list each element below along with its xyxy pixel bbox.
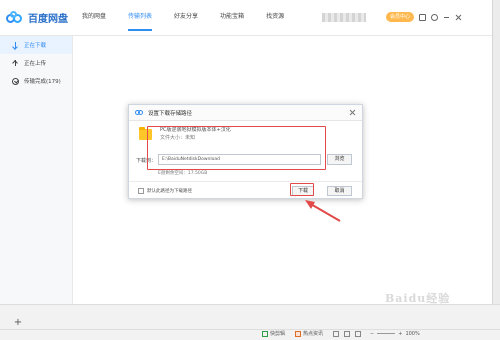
sidebar-item-label: 传输完成(179) xyxy=(24,79,61,85)
status-item-hotnews[interactable]: 热点资讯 xyxy=(295,330,323,337)
nav-transfer-list[interactable]: 传输列表 xyxy=(128,12,153,31)
nav-my-disk[interactable]: 我的网盘 xyxy=(82,12,106,22)
zoom-out-icon[interactable]: − xyxy=(370,331,374,337)
nav-find-resources[interactable]: 找资源 xyxy=(266,12,284,22)
sidebar-item-uploading[interactable]: 正在上传 xyxy=(0,54,72,72)
mail-icon[interactable] xyxy=(419,13,426,21)
status-item-quickcut[interactable]: 快剪辑 xyxy=(262,330,285,337)
fire-icon xyxy=(295,330,302,337)
file-info: PC版逆袭地狱模拟版本体+汉化 文件大小：未知 xyxy=(160,127,231,142)
file-info-row: PC版逆袭地狱模拟版本体+汉化 文件大小：未知 xyxy=(139,127,231,142)
check-circle-icon xyxy=(12,77,19,85)
transfer-sidebar: 正在下载 正在上传 传输完成(179) xyxy=(0,36,73,304)
default-path-label: 默认此路径为下载路径 xyxy=(147,189,192,194)
dialog-divider xyxy=(129,181,362,182)
cloud-logo-icon xyxy=(135,109,144,116)
layout-icon[interactable] xyxy=(344,330,351,337)
sidebar-item-label: 正在下载 xyxy=(24,43,47,49)
dialog-title: 设置下载存储路径 xyxy=(148,110,193,117)
bottom-status-bar: + 快剪辑 热点资讯 − + 100% xyxy=(0,304,500,340)
status-items: 快剪辑 热点资讯 − + 100% xyxy=(262,330,420,337)
nav-friend-share[interactable]: 好友分享 xyxy=(174,12,198,22)
free-space-text: E盘剩余空间：17.50GB xyxy=(158,171,208,176)
folder-icon xyxy=(139,127,152,140)
zoom-in-icon[interactable]: + xyxy=(398,331,402,337)
cancel-button[interactable]: 取消 xyxy=(327,186,352,196)
download-button[interactable]: 下载 xyxy=(292,186,314,196)
sidebar-item-completed[interactable]: 传输完成(179) xyxy=(0,72,72,90)
main-nav: 我的网盘 传输列表 好友分享 功能宝箱 找资源 xyxy=(82,12,306,31)
gear-icon[interactable] xyxy=(431,13,438,21)
download-path-dialog: 设置下载存储路径 PC版逆袭地狱模拟版本体+汉化 文件大小：未知 下载到： E:… xyxy=(128,104,363,199)
username-blurred[interactable] xyxy=(322,12,366,22)
status-item-label: 快剪辑 xyxy=(270,331,286,337)
default-path-checkbox[interactable] xyxy=(138,188,144,194)
browse-button[interactable]: 浏览 xyxy=(327,154,352,165)
page-icon[interactable] xyxy=(355,330,362,337)
download-to-label: 下载到： xyxy=(136,158,157,164)
download-path-input[interactable]: E:\BaiduNetdiskDownload xyxy=(158,154,321,165)
zoom-level: 100% xyxy=(405,330,420,337)
top-header: 百度网盘 我的网盘 传输列表 好友分享 功能宝箱 找资源 会员中心 xyxy=(0,0,492,36)
file-size: 文件大小：未知 xyxy=(160,135,196,141)
brand-logo[interactable]: 百度网盘 xyxy=(6,10,68,25)
dialog-title-bar: 设置下载存储路径 xyxy=(129,105,362,121)
minimize-icon[interactable] xyxy=(443,14,450,21)
cloud-logo-icon xyxy=(6,10,24,25)
default-path-option[interactable]: 默认此路径为下载路径 xyxy=(138,188,192,194)
brand-name: 百度网盘 xyxy=(28,14,68,25)
dialog-close-icon[interactable] xyxy=(349,109,356,116)
background-window-edge xyxy=(492,0,500,340)
upload-icon xyxy=(12,59,19,67)
close-icon[interactable] xyxy=(455,14,462,21)
add-tab-button[interactable]: + xyxy=(12,317,24,329)
status-item-label: 热点资讯 xyxy=(303,331,324,337)
zoom-control[interactable]: − + 100% xyxy=(370,331,420,337)
status-divider xyxy=(0,329,500,330)
view-icon[interactable] xyxy=(333,330,340,337)
quickcut-icon xyxy=(262,330,268,337)
app-window: 百度网盘 我的网盘 传输列表 好友分享 功能宝箱 找资源 会员中心 正在下载 正… xyxy=(0,0,492,304)
sidebar-item-downloading[interactable]: 正在下载 xyxy=(0,36,72,54)
zoom-slider[interactable] xyxy=(377,333,396,334)
nav-toolbox[interactable]: 功能宝箱 xyxy=(220,12,244,22)
watermark-text: Baidu经验 xyxy=(385,292,451,305)
member-center-button[interactable]: 会员中心 xyxy=(386,12,414,22)
file-name: PC版逆袭地狱模拟版本体+汉化 xyxy=(160,127,231,133)
download-icon xyxy=(12,41,19,49)
sidebar-item-label: 正在上传 xyxy=(24,61,47,67)
user-area: 会员中心 xyxy=(322,12,462,22)
